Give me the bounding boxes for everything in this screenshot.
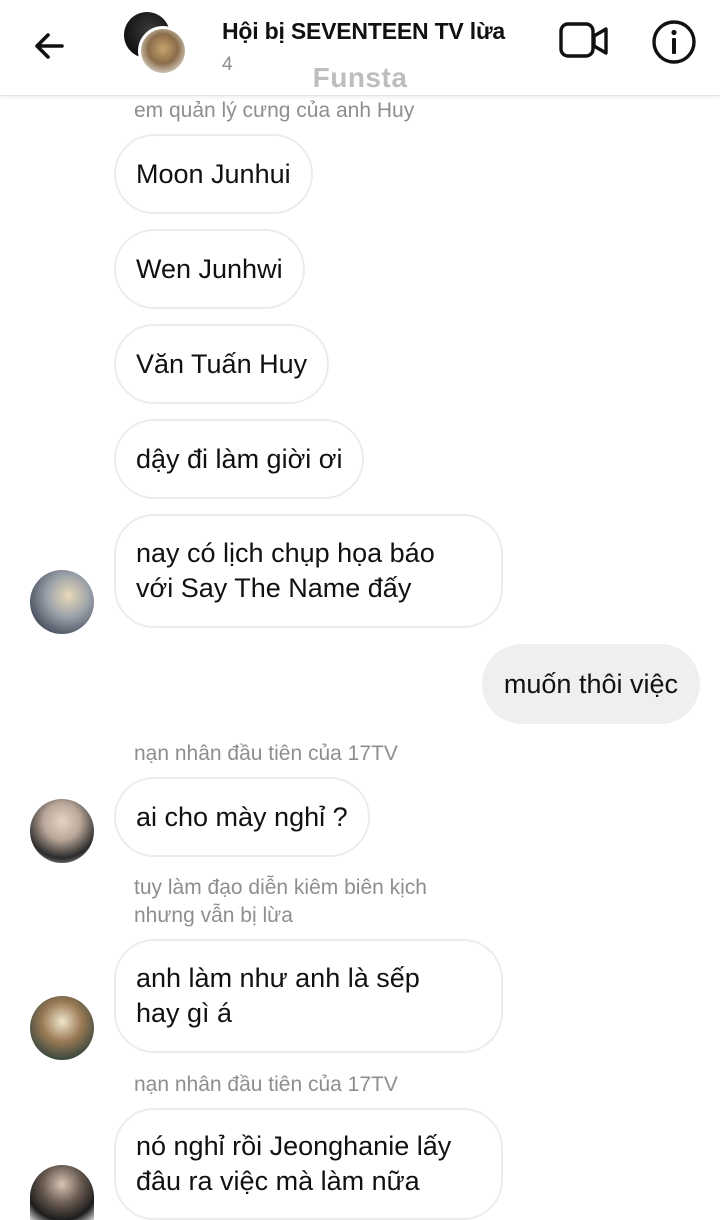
message-bubble[interactable]: Wen Junhwi xyxy=(114,229,305,309)
avatar[interactable] xyxy=(30,799,94,863)
message-bubble[interactable]: Văn Tuấn Huy xyxy=(114,324,330,404)
message-bubble[interactable]: Moon Junhui xyxy=(114,134,313,214)
message-bubble-outgoing[interactable]: muốn thôi việc xyxy=(481,644,700,724)
sender-name: nạn nhân đầu tiên của 17TV xyxy=(134,742,398,765)
avatar[interactable] xyxy=(30,570,94,634)
video-call-button[interactable] xyxy=(558,18,610,64)
avatar[interactable] xyxy=(30,1165,94,1220)
watermark: Funsta xyxy=(312,62,408,93)
message-list[interactable]: em quản lý cưng của anh Huy Moon Junhui … xyxy=(0,96,720,1220)
message-bubble[interactable]: anh làm như anh là sếp hay gì á xyxy=(114,939,503,1053)
sender-name: nạn nhân đầu tiên của 17TV xyxy=(134,1073,398,1096)
chat-header: Hội bị SEVENTEEN TV lừa 4 Funsta xyxy=(0,0,720,96)
message-bubble[interactable]: nó nghỉ rồi Jeonghanie lấy đâu ra việc m… xyxy=(114,1108,503,1220)
chat-title[interactable]: Hội bị SEVENTEEN TV lừa xyxy=(222,18,505,45)
message-bubble[interactable]: dậy đi làm giời ơi xyxy=(114,419,365,499)
message-bubble[interactable]: ai cho mày nghỉ ? xyxy=(114,777,370,857)
video-camera-icon xyxy=(559,22,608,58)
sender-name: tuy làm đạo diễn kiêm biên kịch nhưng vẫ… xyxy=(134,876,427,927)
avatar[interactable] xyxy=(30,996,94,1060)
sender-name: em quản lý cưng của anh Huy xyxy=(134,99,415,122)
info-button[interactable] xyxy=(650,18,698,66)
info-circle-icon xyxy=(652,20,696,64)
message-bubble[interactable]: nay có lịch chụp họa báo với Say The Nam… xyxy=(114,514,503,628)
